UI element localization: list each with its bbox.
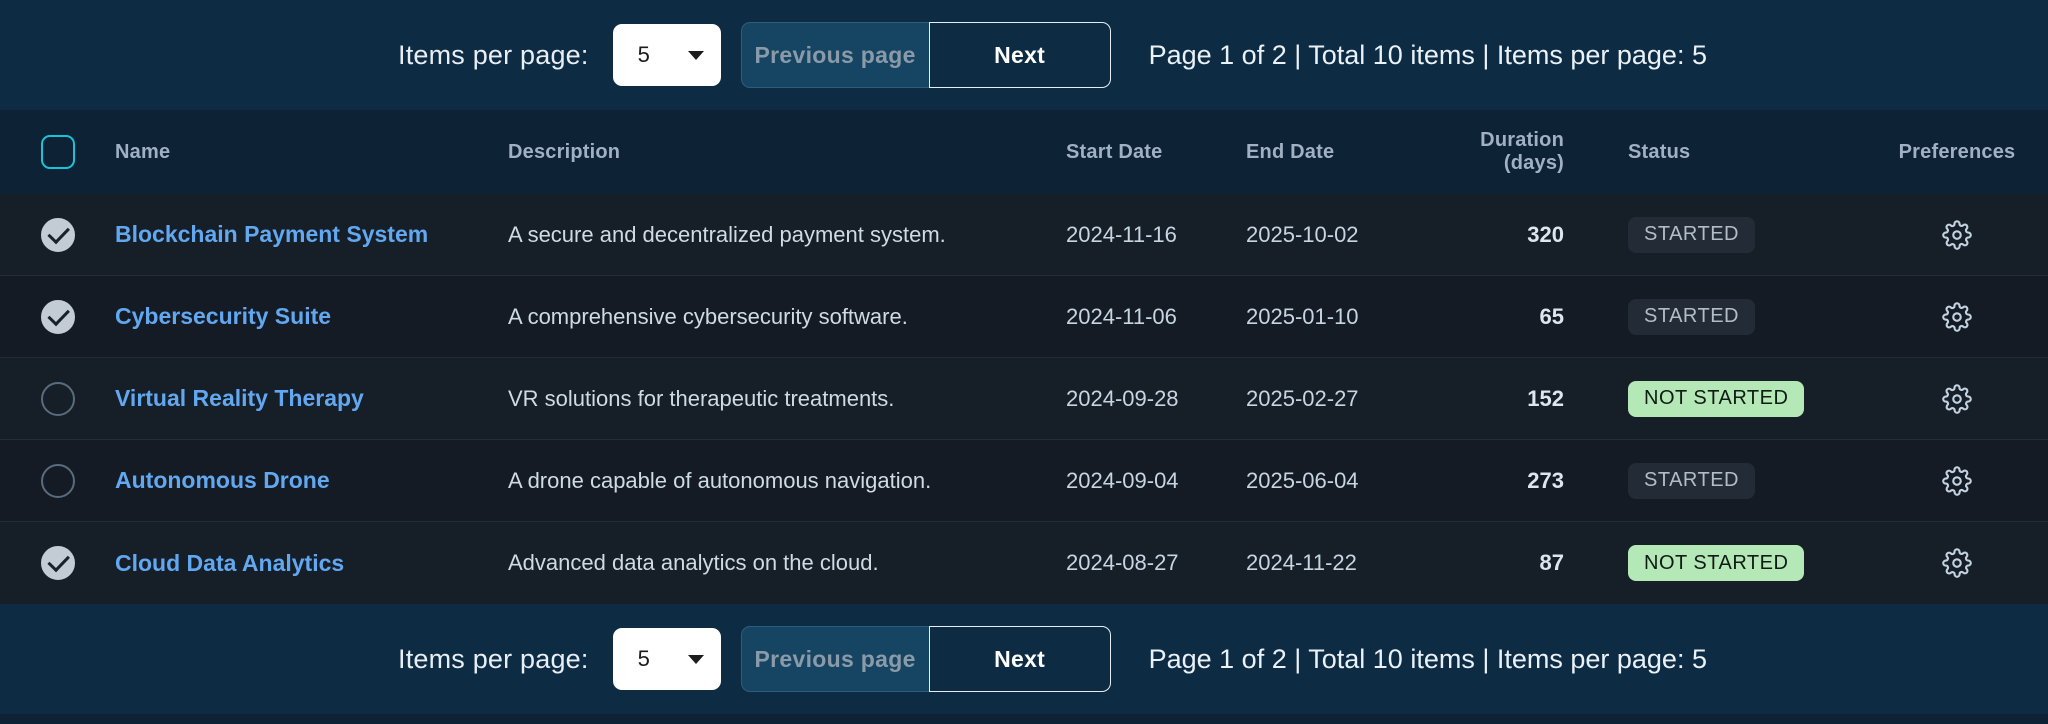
pagination-status-bottom: Page 1 of 2 | Total 10 items | Items per…	[1148, 643, 1707, 674]
select-all-cell	[0, 135, 115, 169]
status-badge: NOT STARTED	[1628, 380, 1805, 417]
row-checkbox[interactable]	[40, 546, 75, 580]
table-header-row: Name Description Start Date End Date Dur…	[0, 110, 2048, 194]
cell-end-date: 2025-01-10	[1246, 303, 1359, 329]
project-name-link[interactable]: Blockchain Payment System	[115, 221, 428, 247]
project-name-link[interactable]: Cybersecurity Suite	[115, 303, 331, 329]
table-row[interactable]: Virtual Reality Therapy VR solutions for …	[0, 358, 2048, 440]
column-header-name[interactable]: Name	[115, 141, 508, 164]
cell-description: A comprehensive cybersecurity software.	[508, 303, 908, 329]
cell-duration: 65	[1539, 303, 1564, 329]
cell-preferences	[1866, 548, 2048, 578]
cell-description: A secure and decentralized payment syste…	[508, 221, 946, 247]
cell-end-date: 2024-11-22	[1246, 550, 1357, 575]
cell-status: STARTED	[1606, 298, 1866, 335]
cell-duration: 87	[1539, 550, 1564, 575]
cell-end-date: 2025-10-02	[1246, 221, 1359, 247]
cell-name: Blockchain Payment System	[115, 221, 508, 248]
status-badge: STARTED	[1628, 462, 1755, 499]
cell-duration: 320	[1527, 221, 1564, 247]
chevron-down-icon	[687, 50, 704, 60]
cell-duration: 273	[1527, 467, 1564, 493]
items-per-page-select-bottom[interactable]: 5	[612, 628, 721, 690]
row-select-cell	[0, 217, 115, 252]
row-select-cell	[0, 463, 115, 498]
cell-start-date: 2024-11-06	[1066, 303, 1177, 329]
cell-status: STARTED	[1606, 462, 1866, 499]
cell-description: Advanced data analytics on the cloud.	[508, 550, 879, 575]
row-select-cell	[0, 546, 115, 580]
items-per-page-label-bottom: Items per page:	[398, 643, 589, 674]
gear-icon[interactable]	[1942, 548, 1972, 578]
gear-icon[interactable]	[1942, 465, 1972, 496]
projects-table: Name Description Start Date End Date Dur…	[0, 110, 2048, 604]
cell-end-date: 2025-02-27	[1246, 385, 1359, 411]
items-per-page-value-bottom: 5	[637, 646, 650, 671]
gear-icon[interactable]	[1942, 301, 1972, 332]
status-badge: NOT STARTED	[1628, 545, 1805, 581]
column-header-description[interactable]: Description	[508, 141, 1066, 164]
cell-duration: 152	[1527, 385, 1564, 411]
status-badge: STARTED	[1628, 298, 1755, 335]
table-row[interactable]: Cybersecurity Suite A comprehensive cyber…	[0, 276, 2048, 358]
cell-description: A drone capable of autonomous navigation…	[508, 467, 932, 493]
cell-status: STARTED	[1606, 216, 1866, 253]
row-checkbox[interactable]	[40, 299, 75, 334]
row-checkbox[interactable]	[40, 217, 75, 252]
cell-status: NOT STARTED	[1606, 380, 1866, 417]
cell-start-date: 2024-09-28	[1066, 385, 1179, 411]
status-badge: STARTED	[1628, 216, 1755, 253]
select-all-checkbox[interactable]	[40, 135, 75, 169]
column-header-status[interactable]: Status	[1606, 141, 1866, 164]
row-checkbox[interactable]	[40, 463, 75, 498]
pagination-status-top: Page 1 of 2 | Total 10 items | Items per…	[1148, 39, 1707, 70]
gear-icon[interactable]	[1942, 383, 1972, 414]
project-name-link[interactable]: Cloud Data Analytics	[115, 550, 344, 576]
project-name-link[interactable]: Virtual Reality Therapy	[115, 385, 364, 411]
column-header-duration[interactable]: Duration (days)	[1436, 129, 1606, 175]
paginator-bottom: Items per page: 5 Previous page Next Pag…	[0, 604, 2048, 714]
pagination-buttons-top: Previous page Next	[740, 22, 1111, 88]
next-page-button[interactable]: Next	[928, 22, 1111, 88]
cell-start-date: 2024-09-04	[1066, 467, 1179, 493]
column-header-preferences: Preferences	[1898, 140, 2016, 163]
chevron-down-icon	[687, 654, 704, 664]
cell-name: Cloud Data Analytics	[115, 550, 508, 577]
items-per-page-value: 5	[637, 42, 650, 67]
cell-name: Cybersecurity Suite	[115, 303, 508, 330]
cell-description: VR solutions for therapeutic treatments.	[508, 385, 895, 411]
pagination-buttons-bottom: Previous page Next	[740, 626, 1111, 692]
project-name-link[interactable]: Autonomous Drone	[115, 467, 330, 493]
row-select-cell	[0, 381, 115, 416]
row-checkbox[interactable]	[40, 381, 75, 416]
cell-start-date: 2024-08-27	[1066, 550, 1179, 575]
table-row[interactable]: Cloud Data Analytics Advanced data analyt…	[0, 522, 2048, 604]
previous-page-button[interactable]: Previous page	[740, 22, 929, 88]
previous-page-button-bottom[interactable]: Previous page	[740, 626, 929, 692]
cell-preferences	[1866, 465, 2048, 496]
cell-name: Autonomous Drone	[115, 467, 508, 494]
table-body: Blockchain Payment System A secure and de…	[0, 194, 2048, 604]
items-per-page-label: Items per page:	[398, 39, 589, 70]
column-header-start-date[interactable]: Start Date	[1066, 141, 1246, 164]
row-select-cell	[0, 299, 115, 334]
cell-preferences	[1866, 301, 2048, 332]
items-per-page-select-top[interactable]: 5	[612, 24, 721, 86]
column-header-end-date[interactable]: End Date	[1246, 141, 1436, 164]
gear-icon[interactable]	[1942, 219, 1972, 250]
cell-preferences	[1866, 219, 2048, 250]
table-row[interactable]: Autonomous Drone A drone capable of auton…	[0, 440, 2048, 522]
next-page-button-bottom[interactable]: Next	[928, 626, 1111, 692]
cell-end-date: 2025-06-04	[1246, 467, 1359, 493]
table-row[interactable]: Blockchain Payment System A secure and de…	[0, 194, 2048, 276]
cell-name: Virtual Reality Therapy	[115, 385, 508, 412]
paginator-top: Items per page: 5 Previous page Next Pag…	[0, 0, 2048, 110]
cell-preferences	[1866, 383, 2048, 414]
cell-start-date: 2024-11-16	[1066, 221, 1177, 247]
cell-status: NOT STARTED	[1606, 545, 1866, 581]
